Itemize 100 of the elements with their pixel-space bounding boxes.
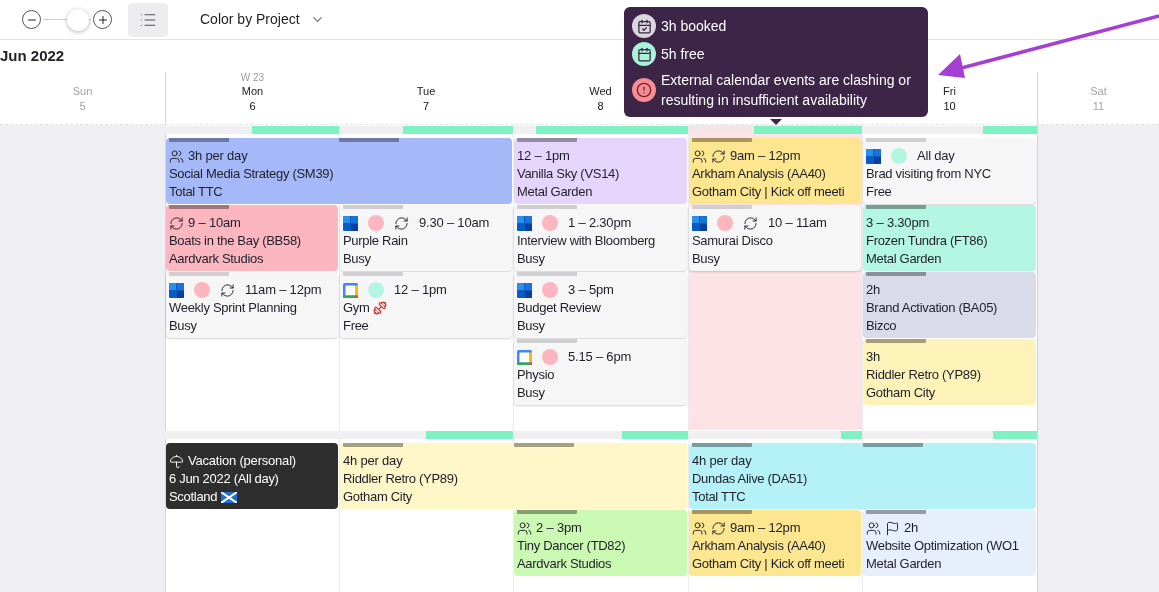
event-card[interactable]: 1 – 2.30pm Interview with Bloomberg Busy <box>514 205 687 271</box>
day-number: 7 <box>422 99 430 114</box>
event-card[interactable]: 5.15 – 6pm Physio Busy <box>514 339 687 405</box>
event-subtitle: Busy <box>343 250 371 268</box>
plus-icon <box>96 13 109 26</box>
event-card[interactable]: 4h per day Riddler Retro (YP89) Gotham City <box>340 443 687 509</box>
event-card[interactable]: 9am – 12pm Arkham Analysis (AA40) Gotham City | Kick off meeti <box>689 510 861 576</box>
event-title: Arkham Analysis (AA40) <box>692 537 826 555</box>
day-number: 8 <box>597 99 604 114</box>
event-card[interactable]: 3 – 3.30pm Frozen Tundra (FT86) Metal Garden <box>863 205 1036 271</box>
day-number: 11 <box>1092 99 1105 114</box>
event-subtitle: Busy <box>517 384 545 402</box>
event-title: Social Media Strategy (SM39) <box>169 165 334 183</box>
event-time: 2h <box>866 281 881 299</box>
list-view-button[interactable] <box>128 2 168 37</box>
event-subtitle: Busy <box>517 317 545 335</box>
day-number: 6 <box>249 99 256 114</box>
event-card[interactable]: Vacation (personal) 6 Jun 2022 (All day) Scotland <box>166 443 338 509</box>
event-card[interactable]: 4h per day Dundas Alive (DA51) Total TTC <box>689 443 1036 509</box>
event-time: 5.15 – 6pm <box>568 348 632 366</box>
event-card[interactable]: 2h Brand Activation (BA05) Bizco <box>863 272 1036 338</box>
event-card[interactable]: 3h Riddler Retro (YP89) Gotham City <box>863 339 1036 405</box>
event-subtitle: Free <box>866 183 892 201</box>
event-subtitle: Gotham City <box>343 488 412 506</box>
event-time: 4h per day <box>343 452 403 470</box>
event-card[interactable]: 3h per day Social Media Strategy (SM39) Total TTC <box>166 138 512 204</box>
event-card[interactable]: 12 – 1pm Vanilla Sky (VS14) Metal Garden <box>514 138 687 204</box>
event-time: 12 – 1pm <box>394 281 447 299</box>
event-time: 4h per day <box>692 452 752 470</box>
event-subtitle: Metal Garden <box>866 250 942 268</box>
event-title: Budget Review <box>517 299 601 317</box>
event-title: Brad visiting from NYC <box>866 165 991 183</box>
week-number: W 23 <box>240 72 265 84</box>
event-title: Tiny Dancer (TD82) <box>517 537 626 555</box>
event-time: 2 – 3pm <box>536 519 582 537</box>
event-title: Boats in the Bay (BB58) <box>169 232 301 250</box>
event-title: Brand Activation (BA05) <box>866 299 998 317</box>
event-title: Dundas Alive (DA51) <box>692 470 807 488</box>
event-time: 3 – 5pm <box>568 281 614 299</box>
event-subtitle: Scotland <box>169 488 218 506</box>
tooltip-text: External calendar events are clashing or resulting in insufficient availability <box>661 71 912 110</box>
event-card[interactable]: 11am – 12pm Weekly Sprint Planning Busy <box>166 272 338 338</box>
day-name: Sun <box>72 84 93 99</box>
event-card[interactable]: 9 – 10am Boats in the Bay (BB58) Aardvark Studios <box>166 205 338 271</box>
event-time: 9am – 12pm <box>730 519 801 537</box>
event-subtitle: Aardvark Studios <box>517 555 612 573</box>
day-name: Wed <box>589 84 612 99</box>
event-time: 3h per day <box>188 147 248 165</box>
event-time: 3h <box>866 348 881 366</box>
event-time: Vacation (personal) <box>188 452 296 470</box>
event-card[interactable]: 3 – 5pm Budget Review Busy <box>514 272 687 338</box>
event-time: 11am – 12pm <box>245 281 322 299</box>
event-card[interactable]: 9.30 – 10am Purple Rain Busy <box>340 205 512 271</box>
event-time: 1 – 2.30pm <box>568 214 632 232</box>
event-title: Vanilla Sky (VS14) <box>517 165 619 183</box>
zoom-slider[interactable] <box>43 7 91 32</box>
event-subtitle: Metal Garden <box>866 555 942 573</box>
day-number: 5 <box>79 99 86 114</box>
event-subtitle: Aardvark Studios <box>169 250 264 268</box>
event-card[interactable]: 9am – 12pm Arkham Analysis (AA40) Gotham City | Kick off meeti <box>689 138 861 204</box>
tooltip-text: 3h booked <box>661 17 727 36</box>
day-name: Sat <box>1090 84 1107 99</box>
warning-icon <box>632 78 656 102</box>
event-title: Purple Rain <box>343 232 408 250</box>
event-title: Website Optimization (WO1 <box>866 537 1019 555</box>
color-mode-dropdown[interactable]: Color by Project <box>200 9 325 30</box>
event-time: 3 – 3.30pm <box>866 214 930 232</box>
event-title: Gym <box>343 299 370 317</box>
day-name: Mon <box>241 84 264 99</box>
event-card[interactable]: All day Brad visiting from NYC Free <box>863 138 1036 204</box>
event-card[interactable]: 2 – 3pm Tiny Dancer (TD82) Aardvark Studios <box>514 510 687 576</box>
event-title: Interview with Bloomberg <box>517 232 656 250</box>
day-name: Tue <box>416 84 436 99</box>
event-time: 9 – 10am <box>188 214 241 232</box>
event-subtitle: Gotham City <box>866 384 935 402</box>
event-title: Physio <box>517 366 555 384</box>
tooltip-text: 5h free <box>661 45 705 64</box>
event-card[interactable]: 2h Website Optimization (WO1 Metal Garden <box>863 510 1036 576</box>
tooltip-pointer <box>770 119 782 125</box>
calendar-icon <box>632 42 656 66</box>
event-card[interactable]: 10 – 11am Samurai Disco Busy <box>689 205 861 271</box>
event-subtitle: Gotham City | Kick off meeti <box>692 183 845 201</box>
event-subtitle: Total TTC <box>692 488 746 506</box>
day-name: Fri <box>943 84 956 99</box>
event-subtitle: Bizco <box>866 317 897 335</box>
day-number: 10 <box>943 99 956 114</box>
event-title: Arkham Analysis (AA40) <box>692 165 826 183</box>
event-subtitle: Total TTC <box>169 183 223 201</box>
event-title: 6 Jun 2022 (All day) <box>169 470 279 488</box>
event-title: Weekly Sprint Planning <box>169 299 297 317</box>
event-card[interactable]: 12 – 1pm Gym Free <box>340 272 512 338</box>
event-subtitle: Busy <box>169 317 197 335</box>
event-time: 9am – 12pm <box>730 147 801 165</box>
event-subtitle: Metal Garden <box>517 183 593 201</box>
event-title: Riddler Retro (YP89) <box>343 470 458 488</box>
event-title: Frozen Tundra (FT86) <box>866 232 988 250</box>
event-subtitle: Free <box>343 317 369 335</box>
calendar-check-icon <box>632 14 656 38</box>
event-time: 2h <box>904 519 919 537</box>
event-time: 10 – 11am <box>768 214 827 232</box>
